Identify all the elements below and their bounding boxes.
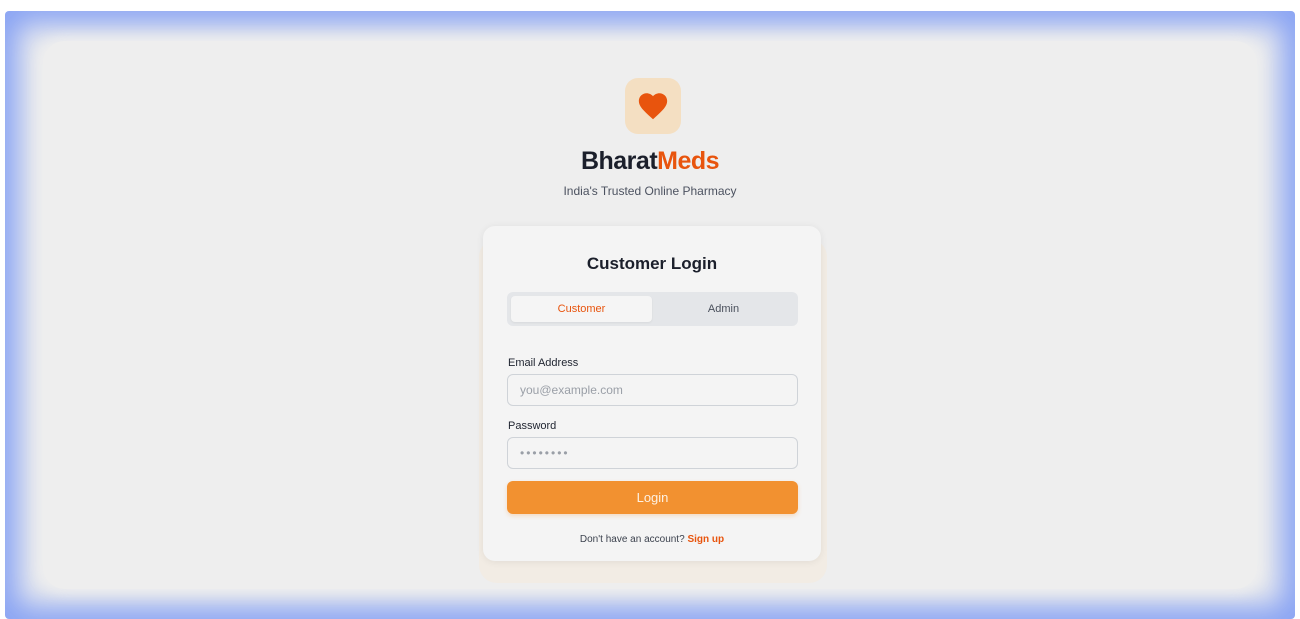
brand-name-part2: Meds [657, 147, 720, 175]
signup-prompt-row: Don't have an account? Sign up [483, 533, 821, 547]
email-input[interactable] [507, 374, 798, 406]
brand-name-part1: Bharat [580, 147, 658, 175]
brand-tagline: India's Trusted Online Pharmacy [563, 184, 737, 198]
login-type-tabs: Customer Admin [507, 292, 798, 326]
login-card: Customer Login Customer Admin Email Addr… [483, 226, 821, 561]
login-button[interactable]: Login [507, 481, 798, 514]
brand-name: BharatMeds [5, 144, 1295, 178]
signup-link[interactable]: Sign up [687, 534, 724, 545]
password-label: Password [508, 420, 557, 432]
tab-customer[interactable]: Customer [511, 296, 652, 322]
app-window: BharatMeds India's Trusted Online Pharma… [5, 11, 1295, 619]
password-input[interactable] [507, 437, 798, 469]
signup-prompt: Don't have an account? [579, 534, 685, 545]
brand-logo [625, 78, 681, 134]
email-label: Email Address [508, 357, 579, 369]
tab-admin[interactable]: Admin [653, 296, 794, 322]
login-title: Customer Login [586, 254, 718, 273]
heart-icon [638, 93, 668, 120]
